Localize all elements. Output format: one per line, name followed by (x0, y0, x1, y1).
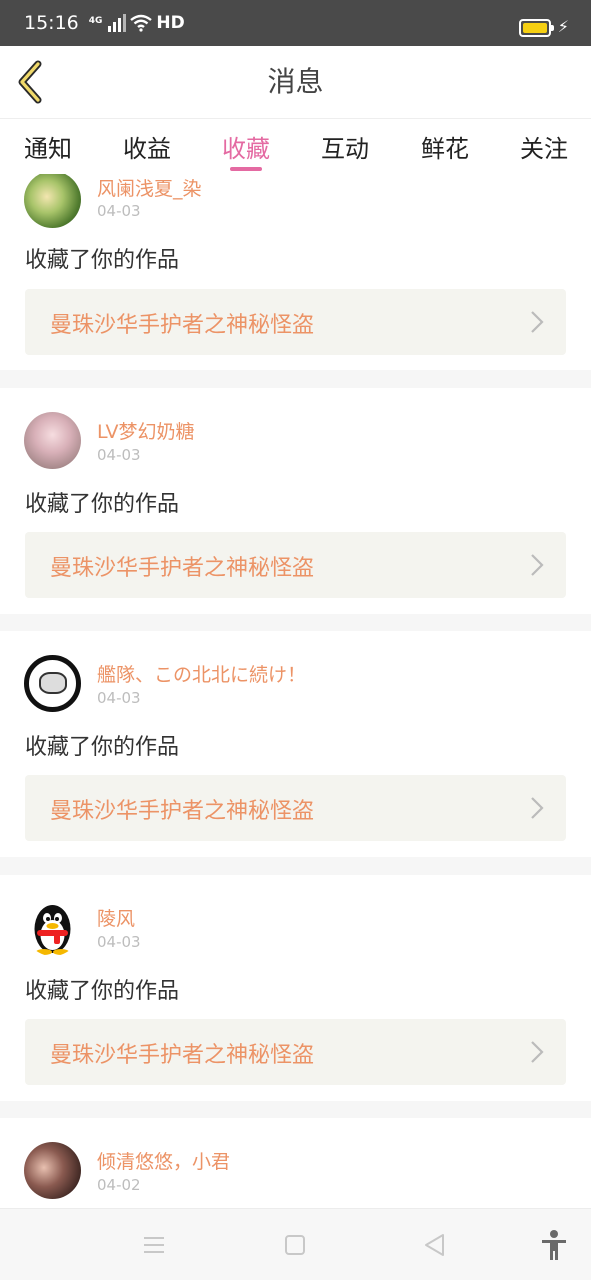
chevron-right-icon (531, 1041, 544, 1063)
message-list[interactable]: 风阑浅夏_染 04-03 收藏了你的作品 曼珠沙华手护者之神秘怪盗 LV梦幻奶糖… (0, 174, 591, 1208)
list-item: 陵风 04-03 收藏了你的作品 曼珠沙华手护者之神秘怪盗 (0, 875, 591, 1101)
battery-icon (519, 19, 554, 37)
work-title: 曼珠沙华手护者之神秘怪盗 (50, 799, 315, 824)
user-name[interactable]: 风阑浅夏_染 (97, 174, 202, 201)
avatar[interactable] (24, 655, 81, 712)
user-name[interactable]: 倾清悠悠，小君 (97, 1147, 230, 1174)
tab-earnings[interactable]: 收益 (123, 129, 171, 164)
chevron-right-icon (531, 797, 544, 819)
network-indicator: 4G HD (89, 13, 185, 33)
list-item: 倾清悠悠，小君 04-02 (0, 1118, 591, 1208)
list-item: 风阑浅夏_染 04-03 收藏了你的作品 曼珠沙华手护者之神秘怪盗 (0, 174, 591, 370)
chevron-right-icon (531, 554, 544, 576)
page-header: 消息 (0, 46, 591, 118)
wifi-icon (130, 14, 153, 32)
tab-interaction[interactable]: 互动 (321, 129, 369, 164)
system-nav-bar (0, 1208, 591, 1280)
list-item: 艦隊、この北北に続け！ 04-03 收藏了你的作品 曼珠沙华手护者之神秘怪盗 (0, 631, 591, 857)
work-link[interactable]: 曼珠沙华手护者之神秘怪盗 (25, 289, 566, 355)
status-bar: 15:16 4G HD ⚡ (0, 0, 591, 46)
message-date: 04-03 (97, 446, 141, 464)
action-text: 收藏了你的作品 (25, 248, 180, 273)
action-text: 收藏了你的作品 (25, 735, 180, 760)
work-title: 曼珠沙华手护者之神秘怪盗 (50, 313, 315, 338)
qq-penguin-icon (34, 905, 71, 955)
status-time: 15:16 (24, 12, 79, 34)
work-title: 曼珠沙华手护者之神秘怪盗 (50, 1043, 315, 1068)
hd-indicator: HD (156, 13, 185, 33)
action-text: 收藏了你的作品 (25, 492, 180, 517)
tab-following[interactable]: 关注 (520, 129, 568, 164)
network-type: 4G (88, 16, 103, 26)
user-name[interactable]: LV梦幻奶糖 (97, 417, 195, 444)
tab-flowers[interactable]: 鲜花 (421, 129, 469, 164)
avatar[interactable] (24, 174, 81, 228)
list-item: LV梦幻奶糖 04-03 收藏了你的作品 曼珠沙华手护者之神秘怪盗 (0, 388, 591, 614)
work-title: 曼珠沙华手护者之神秘怪盗 (50, 556, 315, 581)
page-title: 消息 (267, 65, 324, 98)
home-square-icon[interactable] (281, 1231, 309, 1259)
work-link[interactable]: 曼珠沙华手护者之神秘怪盗 (25, 532, 566, 598)
menu-icon[interactable] (140, 1231, 168, 1259)
avatar[interactable] (24, 1142, 81, 1199)
action-text: 收藏了你的作品 (25, 979, 180, 1004)
avatar[interactable] (24, 412, 81, 469)
back-triangle-icon[interactable] (421, 1231, 449, 1259)
signal-icon (108, 14, 127, 32)
message-date: 04-02 (97, 1176, 141, 1194)
tab-bar: 通知 收益 收藏 互动 鲜花 关注 (0, 118, 591, 174)
tab-favorites[interactable]: 收藏 (222, 129, 270, 164)
charging-icon: ⚡ (557, 17, 569, 36)
active-tab-indicator (230, 167, 262, 171)
user-name[interactable]: 艦隊、この北北に続け！ (97, 660, 306, 687)
work-link[interactable]: 曼珠沙华手护者之神秘怪盗 (25, 1019, 566, 1085)
message-date: 04-03 (97, 933, 141, 951)
user-name[interactable]: 陵风 (97, 904, 135, 931)
message-date: 04-03 (97, 689, 141, 707)
accessibility-icon[interactable] (539, 1229, 569, 1261)
chevron-right-icon (531, 311, 544, 333)
tab-notify[interactable]: 通知 (24, 129, 72, 164)
work-link[interactable]: 曼珠沙华手护者之神秘怪盗 (25, 775, 566, 841)
message-date: 04-03 (97, 202, 141, 220)
avatar[interactable] (24, 899, 81, 956)
